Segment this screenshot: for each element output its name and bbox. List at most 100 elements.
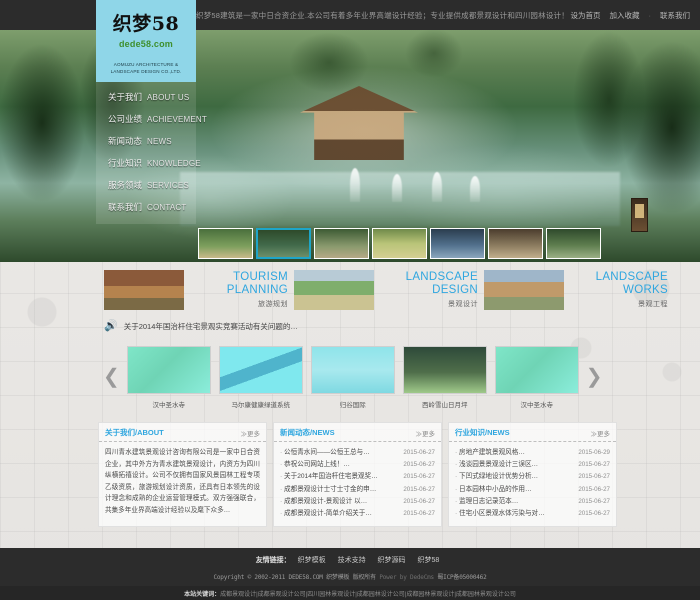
news-title: 监理日志记录范本… <box>455 496 518 508</box>
list-item[interactable]: 日本园林中小品的作用… 2015-06-27 <box>455 484 610 496</box>
hero-thumbnail[interactable] <box>488 228 543 259</box>
hero-fountain <box>432 172 442 202</box>
news-title: 房地产建筑景观风格… <box>455 447 525 459</box>
hero-thumbnail-strip <box>198 228 601 259</box>
sidebar-item-achievement[interactable]: 公司业绩 ACHIEVEMENT <box>96 108 196 130</box>
sidebar-item-label-cn: 关于我们 <box>108 91 142 103</box>
sidebar-nav: 关于我们 ABOUT US 公司业绩 ACHIEVEMENT 新闻动态 NEWS… <box>96 82 196 224</box>
news-title: 住宅小区景观水体污染与对… <box>455 508 545 520</box>
notice-text[interactable]: 关于2014年国治杆住宅景观实竞赛活动有关问题的… <box>124 321 298 332</box>
news-title: 恭祝公司网站上线！… <box>280 459 350 471</box>
logo-subtitle-line1: AOMUZU ARCHITECTURE & <box>96 61 196 68</box>
logo-subtitle: AOMUZU ARCHITECTURE & LANDSCAPE DESIGN C… <box>96 58 196 82</box>
category-text: TOURISM PLANNING 旅游规划 <box>184 271 288 309</box>
hero-thumbnail[interactable] <box>314 228 369 259</box>
sidebar-item-knowledge[interactable]: 行业知识 KNOWLEDGE <box>96 152 196 174</box>
powered-by-text: Power by DedeCms <box>379 574 434 581</box>
friendly-link-support[interactable]: 技术支持 <box>338 557 366 564</box>
carousel-slide[interactable]: 汉中圣水寺 <box>495 346 579 409</box>
list-item[interactable]: 成都景观设计士寸士寸金的申… 2015-06-27 <box>280 484 435 496</box>
news-title: 下凹式绿地设计优势分析… <box>455 471 538 483</box>
panel-body: 公恒青水间——公恒王总与… 2015-06-27 恭祝公司网站上线！… 2015… <box>274 442 441 526</box>
hero-thumbnail[interactable] <box>546 228 601 259</box>
top-bar-links: 设为首页 加入收藏 · 联系我们 <box>571 10 691 21</box>
news-title: 公恒青水间——公恒王总与… <box>280 447 370 459</box>
hero-thumbnail-active[interactable] <box>256 228 311 259</box>
panel-title: 关于我们/ABOUT <box>105 427 164 438</box>
sidebar-item-news[interactable]: 新闻动态 NEWS <box>96 130 196 152</box>
news-date: 2015-06-27 <box>403 484 435 496</box>
list-item[interactable]: 关于2014年国治杆住宅景观奖… 2015-06-27 <box>280 471 435 483</box>
sidebar-item-label-cn: 行业知识 <box>108 157 142 169</box>
panel-more-link[interactable]: ≫更多 <box>416 428 436 438</box>
hero-thumbnail[interactable] <box>372 228 427 259</box>
list-item[interactable]: 成都景观设计-简单介绍关于… 2015-06-27 <box>280 508 435 520</box>
category-cn: 旅游规划 <box>192 299 288 309</box>
sidebar-item-contact[interactable]: 联系我们 CONTACT <box>96 196 196 218</box>
panel-header: 新闻动态/NEWS ≫更多 <box>274 423 441 442</box>
sidebar-item-services[interactable]: 服务领域 SERVICES <box>96 174 196 196</box>
carousel-slide[interactable]: 汉中圣水寺 <box>127 346 211 409</box>
category-en-line2: PLANNING <box>192 284 288 297</box>
category-en-line1: TOURISM <box>192 271 288 284</box>
category-en-line1: LANDSCAPE <box>382 271 478 284</box>
sidebar-item-label-cn: 新闻动态 <box>108 135 142 147</box>
category-landscape-works[interactable]: LANDSCAPE WORKS 景观工程 <box>484 270 674 310</box>
notice-bar: 🔊 关于2014年国治杆住宅景观实竞赛活动有关问题的… <box>104 318 700 334</box>
keywords-text[interactable]: 成都景观设计|成都景观设计公司|四川园林景观设计|成都园林设计公司|成都园林景观… <box>220 592 516 598</box>
news-title: 成都景观设计-简单介绍关于… <box>280 508 372 520</box>
hero-thumbnail[interactable] <box>430 228 485 259</box>
friendly-link-dede58[interactable]: 织梦58 <box>418 557 440 564</box>
friendly-link-template[interactable]: 织梦模板 <box>298 557 326 564</box>
logo-domain: dede58.com <box>119 39 173 49</box>
carousel-slide-caption: 汉中圣水寺 <box>127 399 211 409</box>
friendly-links-label: 友情链接： <box>256 557 291 564</box>
friendly-link-source[interactable]: 织梦源码 <box>378 557 406 564</box>
sidebar-item-about[interactable]: 关于我们 ABOUT US <box>96 86 196 108</box>
panel-news: 新闻动态/NEWS ≫更多 公恒青水间——公恒王总与… 2015-06-27 恭… <box>273 422 442 527</box>
list-item[interactable]: 成都景观设计-景观设计 以… 2015-06-27 <box>280 496 435 508</box>
copyright-line: Copyright © 2002-2011 DEDE58.COM 织梦模板 版权… <box>0 572 700 581</box>
sidebar-item-label-en: ABOUT US <box>147 93 189 102</box>
add-favorite-link[interactable]: 加入收藏 <box>610 10 640 21</box>
contact-us-link[interactable]: 联系我们 <box>660 10 690 21</box>
list-item[interactable]: 下凹式绿地设计优势分析… 2015-06-27 <box>455 471 610 483</box>
news-title: 成都景观设计-景观设计 以… <box>280 496 367 508</box>
list-item[interactable]: 住宅小区景观水体污染与对… 2015-06-27 <box>455 508 610 520</box>
carousel-next-button[interactable]: ❯ <box>583 367 606 387</box>
panel-knowledge: 行业知识/NEWS ≫更多 房地产建筑景观风格… 2015-06-29 浅谈园景… <box>448 422 617 527</box>
panel-more-link[interactable]: ≫更多 <box>241 428 261 438</box>
sidebar-item-label-en: KNOWLEDGE <box>147 159 201 168</box>
sidebar-item-label-cn: 公司业绩 <box>108 113 142 125</box>
sidebar-item-label-en: ACHIEVEMENT <box>147 115 207 124</box>
keywords-label: 本站关键词： <box>184 592 220 598</box>
set-homepage-link[interactable]: 设为首页 <box>571 10 601 21</box>
project-carousel: ❮ 汉中圣水寺 马尔康健康绿道系统 归谷国际 西岭雪山日月坪 汉中圣水寺 <box>100 342 600 412</box>
list-item[interactable]: 公恒青水间——公恒王总与… 2015-06-27 <box>280 447 435 459</box>
logo-subtitle-line2: LANDSCAPE DESIGN CO.,LTD. <box>96 68 196 75</box>
page-root: 织梦58建筑是一家中日合资企业.本公司有着多年业界高端设计经验；专业提供成都景观… <box>0 0 700 527</box>
category-tourism-planning[interactable]: TOURISM PLANNING 旅游规划 <box>104 270 294 310</box>
site-logo[interactable]: 织梦58 dede58.com <box>96 0 196 58</box>
sidebar-item-label-en: NEWS <box>147 137 172 146</box>
news-date: 2015-06-27 <box>578 496 610 508</box>
carousel-slide[interactable]: 马尔康健康绿道系统 <box>219 346 303 409</box>
list-item[interactable]: 监理日志记录范本… 2015-06-27 <box>455 496 610 508</box>
list-item[interactable]: 恭祝公司网站上线！… 2015-06-27 <box>280 459 435 471</box>
keywords-bar: 本站关键词：成都景观设计|成都景观设计公司|四川园林景观设计|成都园林设计公司|… <box>0 586 700 600</box>
carousel-slide[interactable]: 归谷国际 <box>311 346 395 409</box>
panel-title: 新闻动态/NEWS <box>280 427 335 438</box>
news-title: 浅谈园景景观设计三误区… <box>455 459 538 471</box>
category-landscape-design[interactable]: LANDSCAPE DESIGN 景观设计 <box>294 270 484 310</box>
news-date: 2015-06-27 <box>578 471 610 483</box>
carousel-slide-image <box>127 346 211 394</box>
hero-thumbnail[interactable] <box>198 228 253 259</box>
carousel-slide-image <box>311 346 395 394</box>
list-item[interactable]: 房地产建筑景观风格… 2015-06-29 <box>455 447 610 459</box>
sidebar-item-label-cn: 联系我们 <box>108 201 142 213</box>
list-item[interactable]: 浅谈园景景观设计三误区… 2015-06-27 <box>455 459 610 471</box>
about-text: 四川青水建筑景观设计咨询有限公司是一家中日合资企业，其中外方为青水建筑景观设计，… <box>105 447 260 516</box>
carousel-slide[interactable]: 西岭雪山日月坪 <box>403 346 487 409</box>
panel-more-link[interactable]: ≫更多 <box>591 428 611 438</box>
carousel-prev-button[interactable]: ❮ <box>100 367 123 387</box>
